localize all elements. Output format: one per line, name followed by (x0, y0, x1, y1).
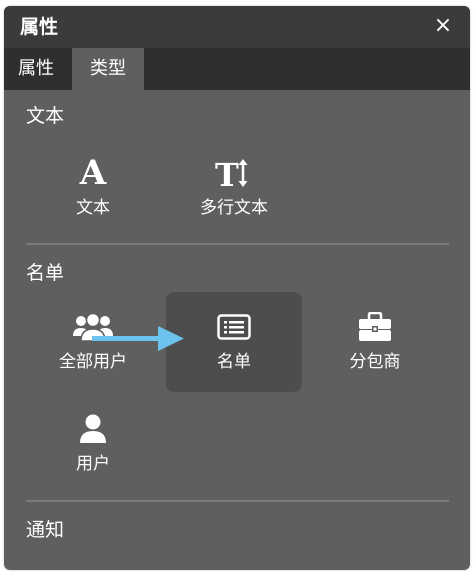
type-item-label: 多行文本 (200, 198, 268, 218)
panel-title: 属性 (20, 16, 59, 38)
tab-properties[interactable]: 属性 (4, 48, 68, 90)
section-title-text: 文本 (26, 105, 65, 127)
tab-type[interactable]: 类型 (72, 48, 144, 90)
properties-panel: 属性 × 属性 类型 文本 A 文本 T 多行文本 名单 全部用户 名单 分包商… (4, 6, 470, 570)
section-title-notification: 通知 (26, 519, 65, 541)
font-a-icon: A (79, 153, 107, 193)
section-divider (26, 243, 449, 245)
close-button[interactable]: × (430, 13, 456, 39)
tab-bar: 属性 类型 (4, 48, 470, 90)
section-title-list: 名单 (26, 262, 65, 284)
type-item-label: 用户 (76, 454, 110, 474)
annotation-arrow-icon (92, 326, 184, 351)
type-item-user[interactable]: 用户 (25, 394, 161, 494)
multiline-text-icon: T (166, 156, 302, 190)
type-item-label: 分包商 (349, 352, 401, 372)
svg-text:T: T (215, 156, 239, 190)
type-item-text[interactable]: A 文本 (25, 138, 161, 238)
user-icon (25, 412, 161, 446)
section-divider (26, 500, 449, 502)
type-item-multiline-text[interactable]: T 多行文本 (166, 138, 302, 238)
type-item-subcontractor[interactable]: 分包商 (307, 292, 443, 392)
panel-titlebar: 属性 × (4, 6, 470, 48)
type-item-label: 文本 (76, 198, 110, 218)
briefcase-icon (307, 310, 443, 344)
